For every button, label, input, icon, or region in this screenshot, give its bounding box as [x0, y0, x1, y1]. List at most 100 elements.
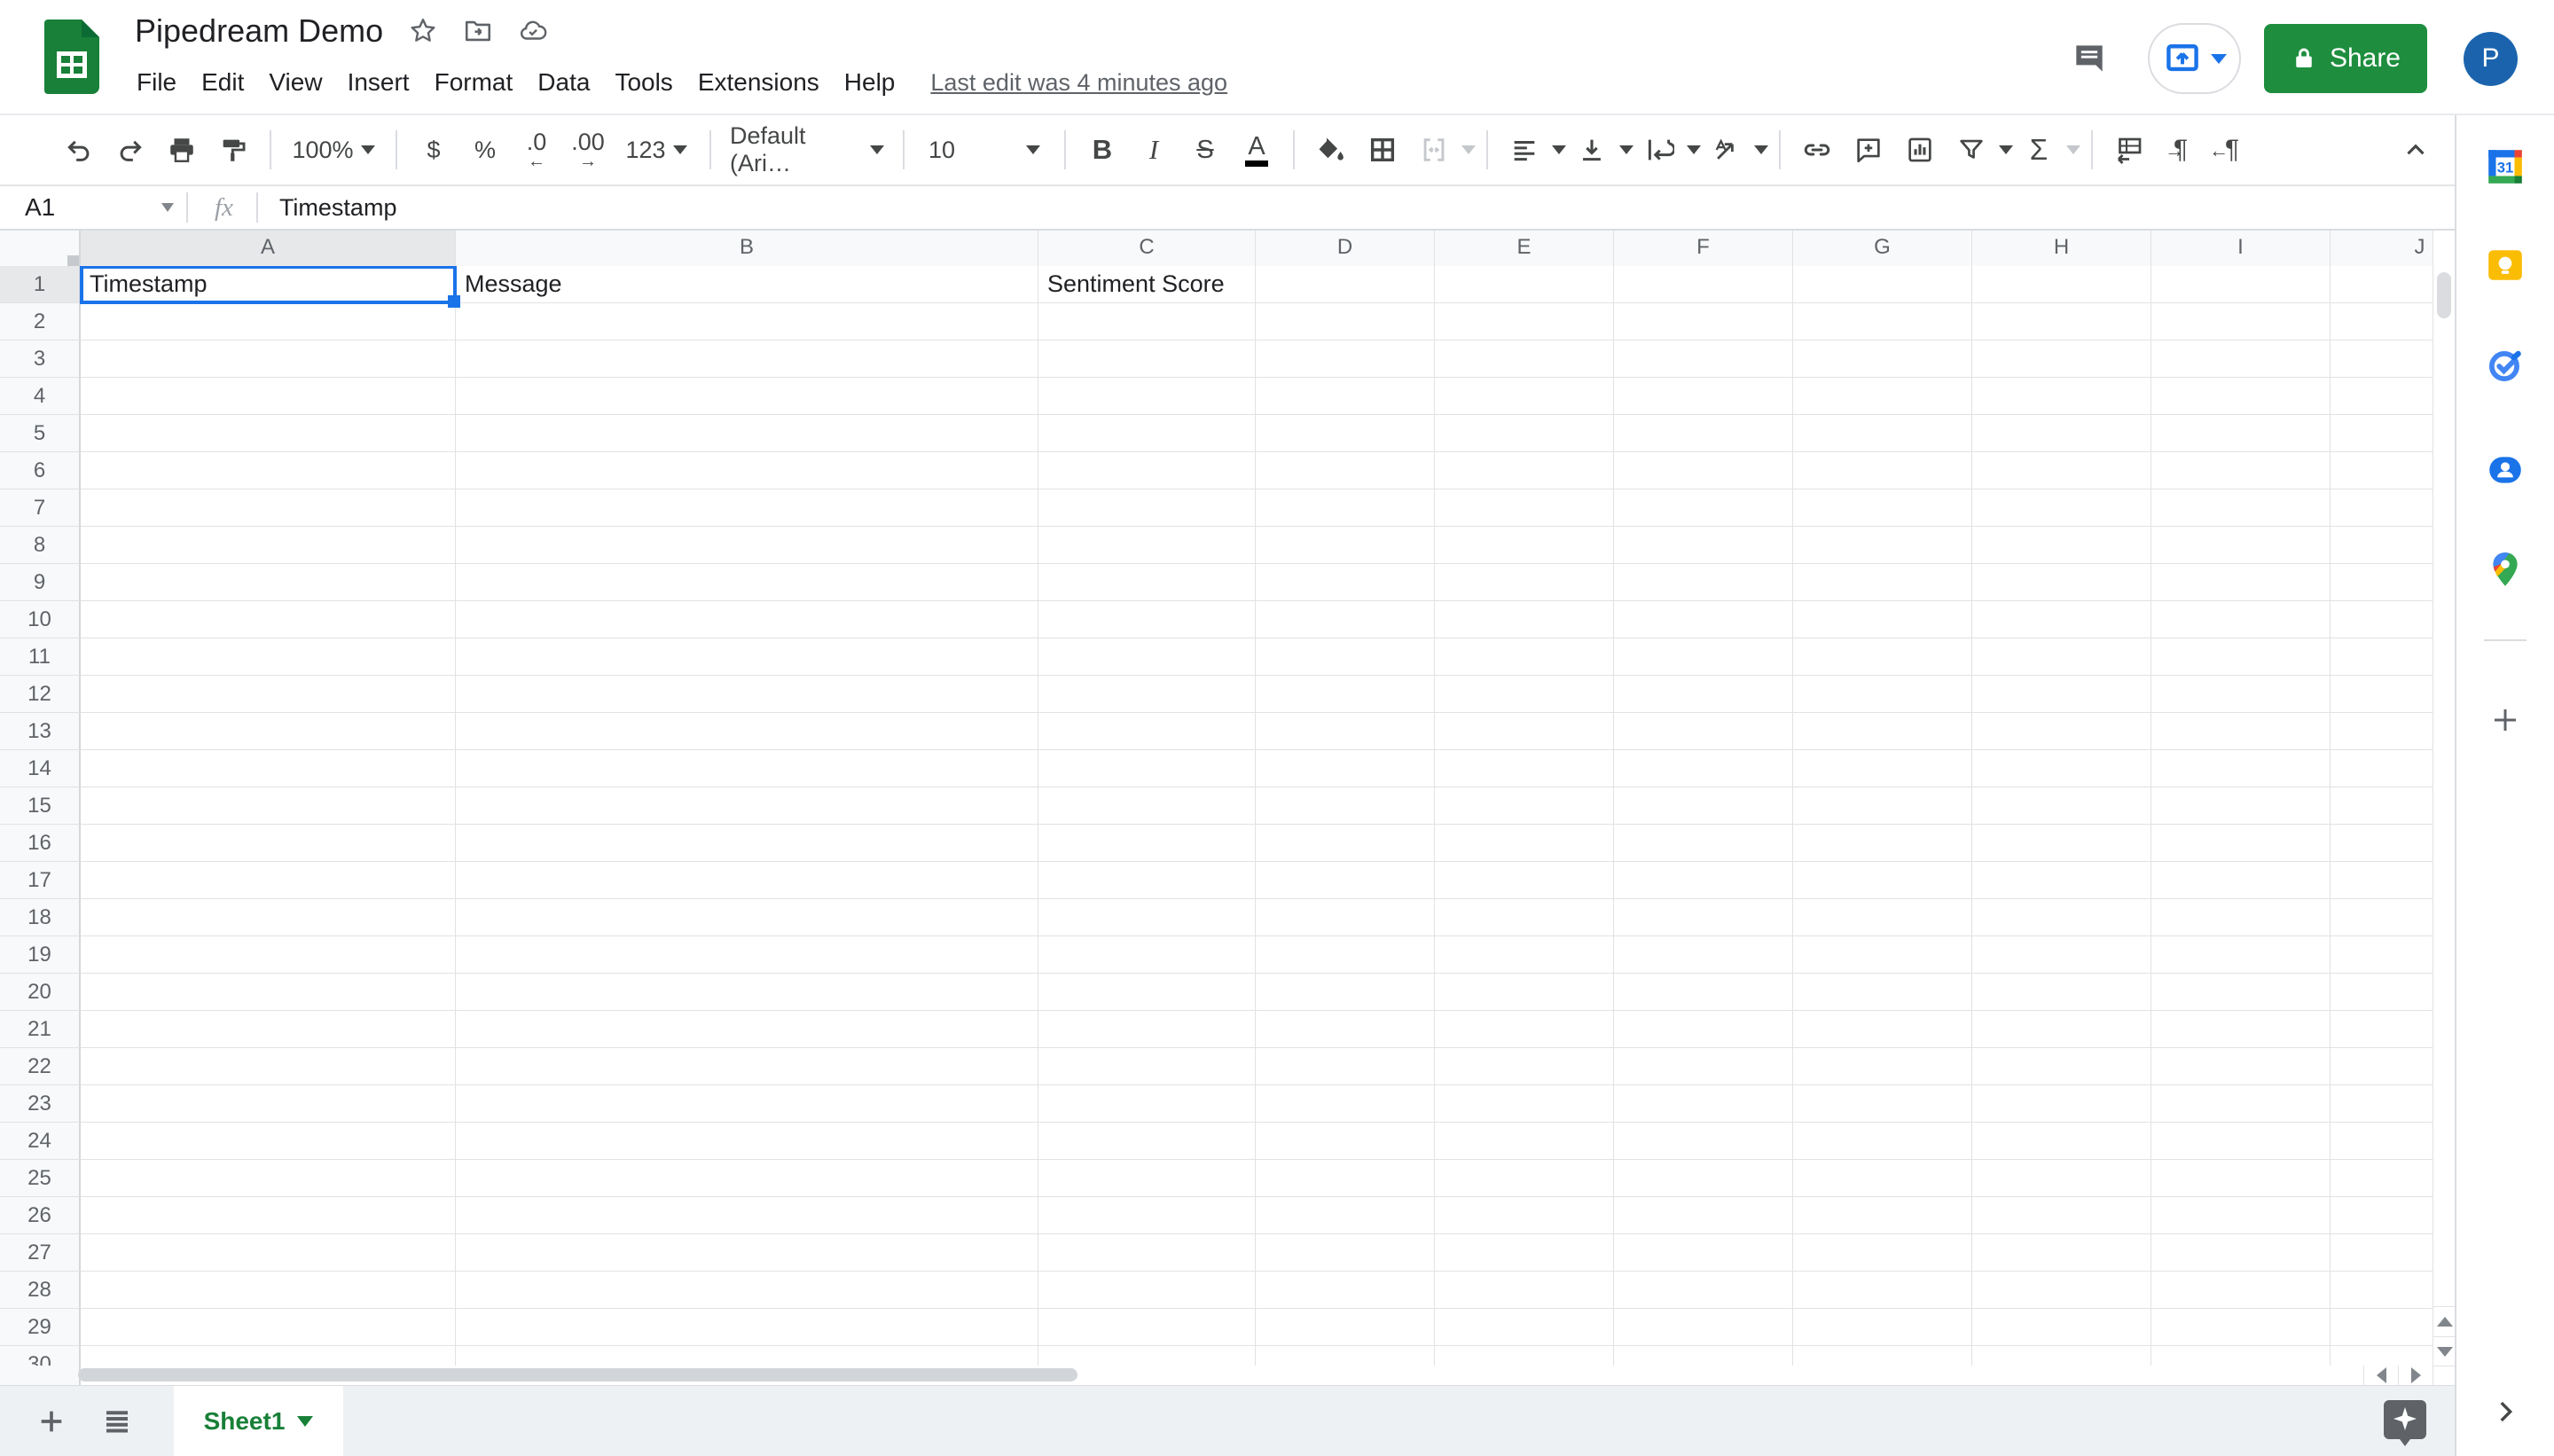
- cell-G9[interactable]: [1793, 564, 1972, 601]
- row-header-27[interactable]: 27: [0, 1234, 81, 1272]
- row-header-7[interactable]: 7: [0, 489, 81, 527]
- create-filter-button[interactable]: [1948, 125, 1994, 175]
- insert-comment-button[interactable]: [1845, 125, 1892, 175]
- cell-B6[interactable]: [456, 452, 1038, 489]
- cell-I14[interactable]: [2151, 750, 2331, 787]
- sheet-tab-sheet1[interactable]: Sheet1: [174, 1386, 343, 1456]
- cell-A5[interactable]: [81, 415, 456, 452]
- cell-H15[interactable]: [1972, 787, 2151, 825]
- row-header-2[interactable]: 2: [0, 303, 81, 341]
- cell-E1[interactable]: [1435, 266, 1614, 303]
- cell-J19[interactable]: [2331, 936, 2433, 974]
- cell-H9[interactable]: [1972, 564, 2151, 601]
- cell-B29[interactable]: [456, 1309, 1038, 1346]
- cell-H30[interactable]: [1972, 1346, 2151, 1366]
- all-sheets-button[interactable]: [90, 1395, 144, 1448]
- cell-E7[interactable]: [1435, 489, 1614, 527]
- menu-format[interactable]: Format: [422, 63, 526, 102]
- cell-H27[interactable]: [1972, 1234, 2151, 1272]
- cell-F20[interactable]: [1614, 974, 1793, 1011]
- row-header-9[interactable]: 9: [0, 564, 81, 601]
- cell-I27[interactable]: [2151, 1234, 2331, 1272]
- cell-J9[interactable]: [2331, 564, 2433, 601]
- cell-H21[interactable]: [1972, 1011, 2151, 1048]
- google-contacts-icon[interactable]: [2485, 450, 2526, 490]
- cell-G28[interactable]: [1793, 1272, 1972, 1309]
- cell-H5[interactable]: [1972, 415, 2151, 452]
- cell-F3[interactable]: [1614, 341, 1793, 378]
- cell-D3[interactable]: [1256, 341, 1435, 378]
- cell-G3[interactable]: [1793, 341, 1972, 378]
- cell-D16[interactable]: [1256, 825, 1435, 862]
- cell-I10[interactable]: [2151, 601, 2331, 638]
- cell-D4[interactable]: [1256, 378, 1435, 415]
- cell-G4[interactable]: [1793, 378, 1972, 415]
- cell-A10[interactable]: [81, 601, 456, 638]
- cell-B21[interactable]: [456, 1011, 1038, 1048]
- cell-E14[interactable]: [1435, 750, 1614, 787]
- formula-input[interactable]: Timestamp: [258, 194, 397, 222]
- functions-caret[interactable]: [2066, 145, 2080, 154]
- cell-J5[interactable]: [2331, 415, 2433, 452]
- cell-C7[interactable]: [1038, 489, 1256, 527]
- row-header-3[interactable]: 3: [0, 341, 81, 378]
- star-icon[interactable]: [408, 16, 438, 46]
- cell-J26[interactable]: [2331, 1197, 2433, 1234]
- cell-H8[interactable]: [1972, 527, 2151, 564]
- cell-F12[interactable]: [1614, 676, 1793, 713]
- cell-C4[interactable]: [1038, 378, 1256, 415]
- cell-E26[interactable]: [1435, 1197, 1614, 1234]
- cell-G12[interactable]: [1793, 676, 1972, 713]
- cell-A1[interactable]: Timestamp: [81, 266, 456, 303]
- redo-button[interactable]: [107, 125, 153, 175]
- cell-F21[interactable]: [1614, 1011, 1793, 1048]
- cell-D29[interactable]: [1256, 1309, 1435, 1346]
- cell-E3[interactable]: [1435, 341, 1614, 378]
- cell-H20[interactable]: [1972, 974, 2151, 1011]
- cell-F22[interactable]: [1614, 1048, 1793, 1085]
- cell-I21[interactable]: [2151, 1011, 2331, 1048]
- cell-B26[interactable]: [456, 1197, 1038, 1234]
- cell-J22[interactable]: [2331, 1048, 2433, 1085]
- cell-F7[interactable]: [1614, 489, 1793, 527]
- cell-B14[interactable]: [456, 750, 1038, 787]
- cell-E16[interactable]: [1435, 825, 1614, 862]
- cell-H3[interactable]: [1972, 341, 2151, 378]
- row-header-28[interactable]: 28: [0, 1272, 81, 1309]
- cell-G18[interactable]: [1793, 899, 1972, 936]
- cell-E5[interactable]: [1435, 415, 1614, 452]
- cell-D9[interactable]: [1256, 564, 1435, 601]
- cell-D18[interactable]: [1256, 899, 1435, 936]
- cell-G17[interactable]: [1793, 862, 1972, 899]
- filter-views-caret[interactable]: [1999, 145, 2013, 154]
- row-header-15[interactable]: 15: [0, 787, 81, 825]
- cell-G16[interactable]: [1793, 825, 1972, 862]
- row-header-19[interactable]: 19: [0, 936, 81, 974]
- cell-D25[interactable]: [1256, 1160, 1435, 1197]
- cell-F2[interactable]: [1614, 303, 1793, 341]
- google-keep-icon[interactable]: [2485, 245, 2526, 286]
- cell-A15[interactable]: [81, 787, 456, 825]
- cell-H11[interactable]: [1972, 638, 2151, 676]
- cell-B24[interactable]: [456, 1123, 1038, 1160]
- cell-D26[interactable]: [1256, 1197, 1435, 1234]
- cell-D30[interactable]: [1256, 1346, 1435, 1366]
- zoom-select[interactable]: 100%: [285, 125, 382, 175]
- cell-F28[interactable]: [1614, 1272, 1793, 1309]
- cell-G5[interactable]: [1793, 415, 1972, 452]
- cell-G15[interactable]: [1793, 787, 1972, 825]
- cell-E13[interactable]: [1435, 713, 1614, 750]
- cell-B8[interactable]: [456, 527, 1038, 564]
- cell-D15[interactable]: [1256, 787, 1435, 825]
- cell-D28[interactable]: [1256, 1272, 1435, 1309]
- menu-edit[interactable]: Edit: [189, 63, 256, 102]
- cell-D27[interactable]: [1256, 1234, 1435, 1272]
- menu-insert[interactable]: Insert: [335, 63, 422, 102]
- cell-J12[interactable]: [2331, 676, 2433, 713]
- menu-help[interactable]: Help: [832, 63, 908, 102]
- cell-E18[interactable]: [1435, 899, 1614, 936]
- cell-H22[interactable]: [1972, 1048, 2151, 1085]
- cell-A21[interactable]: [81, 1011, 456, 1048]
- cell-H1[interactable]: [1972, 266, 2151, 303]
- cell-B17[interactable]: [456, 862, 1038, 899]
